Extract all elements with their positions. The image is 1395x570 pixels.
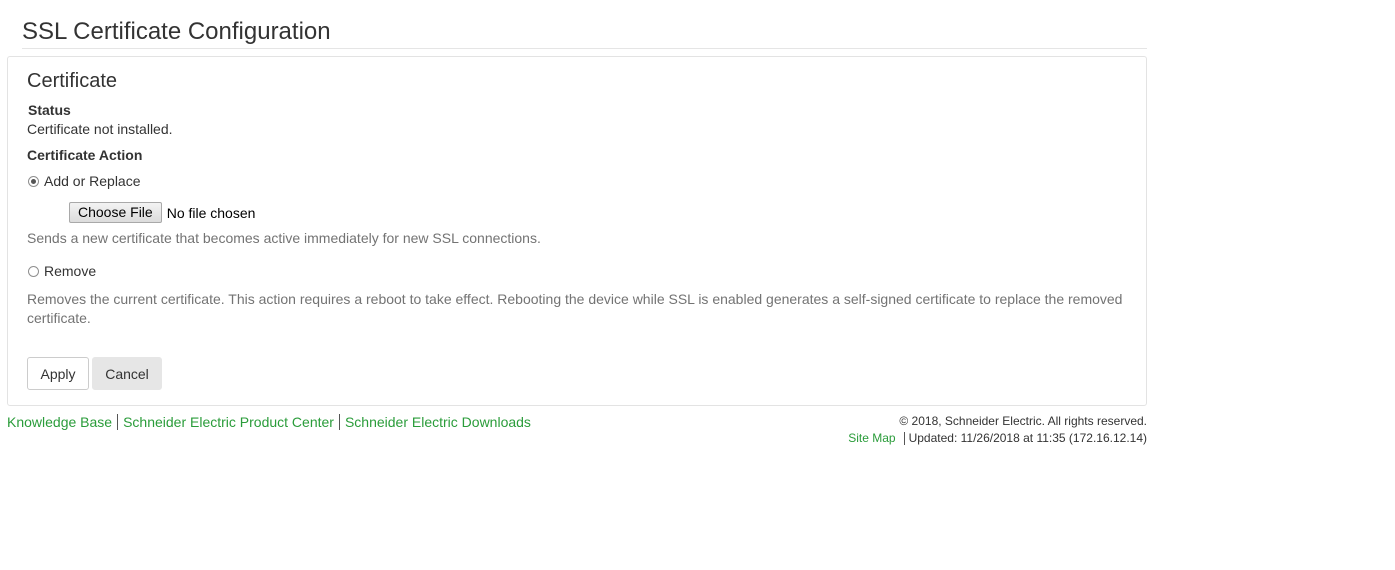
certificate-panel: Certificate Status Certificate not insta… (7, 56, 1147, 406)
radio-add-or-replace-row[interactable]: Add or Replace (28, 173, 141, 189)
page-container: SSL Certificate Configuration Certificat… (7, 0, 1147, 406)
choose-file-button[interactable]: Choose File (69, 202, 162, 223)
certificate-action-label: Certificate Action (27, 147, 143, 163)
radio-remove-label[interactable]: Remove (44, 263, 96, 279)
file-input[interactable]: Choose File No file chosen (69, 202, 255, 223)
status-label: Status (28, 102, 71, 118)
panel-heading: Certificate (27, 70, 118, 92)
footer-separator (117, 414, 119, 430)
footer-separator (338, 414, 340, 430)
apply-button[interactable]: Apply (27, 357, 89, 390)
cancel-button[interactable]: Cancel (92, 357, 162, 390)
footer-separator (903, 432, 905, 445)
footer-link-downloads[interactable]: Schneider Electric Downloads (345, 413, 531, 431)
footer-link-knowledge-base[interactable]: Knowledge Base (7, 413, 112, 431)
radio-add-or-replace-label[interactable]: Add or Replace (44, 173, 141, 189)
site-map-link[interactable]: Site Map (848, 430, 895, 447)
footer-link-product-center[interactable]: Schneider Electric Product Center (123, 413, 334, 431)
footer-info: © 2018, Schneider Electric. All rights r… (848, 413, 1147, 447)
footer-links: Knowledge Base Schneider Electric Produc… (7, 413, 531, 431)
page-title: SSL Certificate Configuration (22, 18, 331, 45)
updated-text: Updated: 11/26/2018 at 11:35 (172.16.12.… (908, 431, 1147, 445)
footer-info-row: Site Map Updated: 11/26/2018 at 11:35 (1… (848, 430, 1147, 447)
status-value: Certificate not installed. (27, 121, 173, 137)
radio-remove-row[interactable]: Remove (28, 263, 96, 279)
copyright-text: © 2018, Schneider Electric. All rights r… (899, 414, 1147, 428)
add-or-replace-description: Sends a new certificate that becomes act… (27, 230, 541, 246)
remove-description: Removes the current certificate. This ac… (27, 291, 1123, 326)
radio-remove[interactable] (28, 265, 39, 277)
radio-add-or-replace[interactable] (28, 175, 39, 187)
page-header: SSL Certificate Configuration (22, 0, 1147, 49)
file-status: No file chosen (166, 204, 256, 221)
